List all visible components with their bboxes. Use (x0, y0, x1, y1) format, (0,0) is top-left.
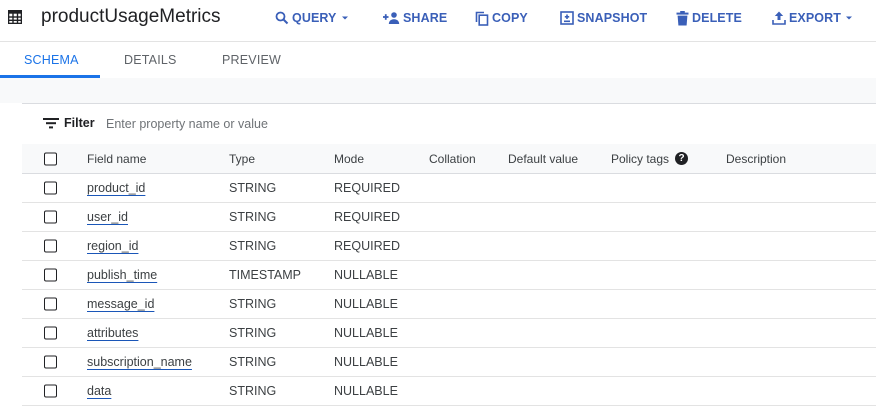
chevron-down-icon (846, 16, 852, 20)
field-type: STRING (229, 355, 277, 369)
column-header-description[interactable]: Description (726, 144, 786, 173)
field-name-link[interactable]: attributes (87, 319, 138, 347)
title-bar: productUsageMetrics QUERY SHARE COPY SNA… (0, 0, 876, 36)
share-label: SHARE (403, 11, 448, 25)
field-type: STRING (229, 210, 277, 224)
row-checkbox[interactable] (44, 210, 57, 224)
help-icon[interactable]: ? (675, 152, 689, 165)
snapshot-icon (560, 11, 574, 25)
row-checkbox[interactable] (44, 181, 57, 195)
panel-spacer (0, 78, 876, 103)
row-checkbox[interactable] (44, 268, 57, 282)
copy-icon (475, 11, 489, 26)
export-label: EXPORT (789, 11, 841, 25)
table-row: user_id STRING REQUIRED (22, 203, 876, 232)
policy-tags-label: Policy tags (611, 151, 670, 166)
delete-label: DELETE (692, 11, 742, 25)
field-name-link[interactable]: region_id (87, 232, 138, 260)
field-mode: REQUIRED (334, 210, 400, 224)
table-row: message_id STRING NULLABLE (22, 290, 876, 319)
tab-schema[interactable]: SCHEMA (24, 42, 79, 78)
query-label: QUERY (292, 11, 337, 25)
field-mode: NULLABLE (334, 384, 398, 398)
table-row: publish_time TIMESTAMP NULLABLE (22, 261, 876, 290)
table-row: data STRING NULLABLE (22, 377, 876, 406)
row-checkbox[interactable] (44, 384, 57, 398)
field-type: TIMESTAMP (229, 268, 301, 282)
field-type: STRING (229, 239, 277, 253)
field-name-link[interactable]: user_id (87, 203, 128, 231)
field-mode: NULLABLE (334, 268, 398, 282)
column-header-type[interactable]: Type (229, 144, 255, 173)
snapshot-label: SNAPSHOT (577, 11, 648, 25)
tab-bar: SCHEMA DETAILS PREVIEW (0, 41, 876, 79)
search-icon (275, 11, 289, 25)
tab-preview[interactable]: PREVIEW (222, 42, 281, 78)
trash-icon (676, 10, 689, 25)
share-button[interactable]: SHARE (382, 8, 447, 28)
field-name-link[interactable]: publish_time (87, 261, 157, 289)
row-checkbox[interactable] (44, 326, 57, 340)
query-button[interactable]: QUERY (275, 8, 350, 28)
column-header-field-name[interactable]: Field name (87, 144, 146, 173)
export-button[interactable]: EXPORT (772, 8, 854, 28)
field-mode: NULLABLE (334, 326, 398, 340)
column-header-mode[interactable]: Mode (334, 144, 364, 173)
field-mode: REQUIRED (334, 239, 400, 253)
chevron-down-icon (341, 16, 348, 20)
table-row: product_id STRING REQUIRED (22, 174, 876, 203)
column-header-default-value[interactable]: Default value (508, 144, 578, 173)
row-checkbox[interactable] (44, 239, 57, 253)
field-type: STRING (229, 181, 277, 195)
tab-details[interactable]: DETAILS (124, 42, 177, 78)
page-title: productUsageMetrics (41, 6, 221, 27)
table-row: attributes STRING NULLABLE (22, 319, 876, 348)
field-type: STRING (229, 326, 277, 340)
filter-bar: Filter (22, 103, 876, 145)
copy-button[interactable]: COPY (475, 8, 528, 28)
row-checkbox[interactable] (44, 355, 57, 369)
column-header-policy-tags[interactable]: Policy tags ? (611, 144, 689, 173)
table-header: Field name Type Mode Collation Default v… (22, 144, 876, 174)
filter-input[interactable] (106, 112, 506, 136)
field-name-link[interactable]: data (87, 377, 111, 405)
field-mode: NULLABLE (334, 297, 398, 311)
field-type: STRING (229, 297, 277, 311)
field-name-link[interactable]: subscription_name (87, 348, 192, 376)
field-name-link[interactable]: message_id (87, 290, 154, 318)
select-all-checkbox[interactable] (44, 152, 57, 165)
table-row: subscription_name STRING NULLABLE (22, 348, 876, 377)
copy-label: COPY (492, 11, 528, 25)
filter-label: Filter (64, 116, 95, 130)
filter-icon[interactable] (43, 116, 59, 130)
field-mode: REQUIRED (334, 181, 400, 195)
field-type: STRING (229, 384, 277, 398)
table-icon (8, 10, 22, 24)
column-header-collation[interactable]: Collation (429, 144, 476, 173)
upload-icon (772, 11, 786, 25)
delete-button[interactable]: DELETE (676, 8, 742, 28)
field-name-link[interactable]: product_id (87, 174, 145, 202)
table-row: region_id STRING REQUIRED (22, 232, 876, 261)
row-checkbox[interactable] (44, 297, 57, 311)
field-mode: NULLABLE (334, 355, 398, 369)
person-add-icon (383, 12, 400, 24)
snapshot-button[interactable]: SNAPSHOT (560, 8, 647, 28)
schema-table: Field name Type Mode Collation Default v… (22, 144, 876, 406)
